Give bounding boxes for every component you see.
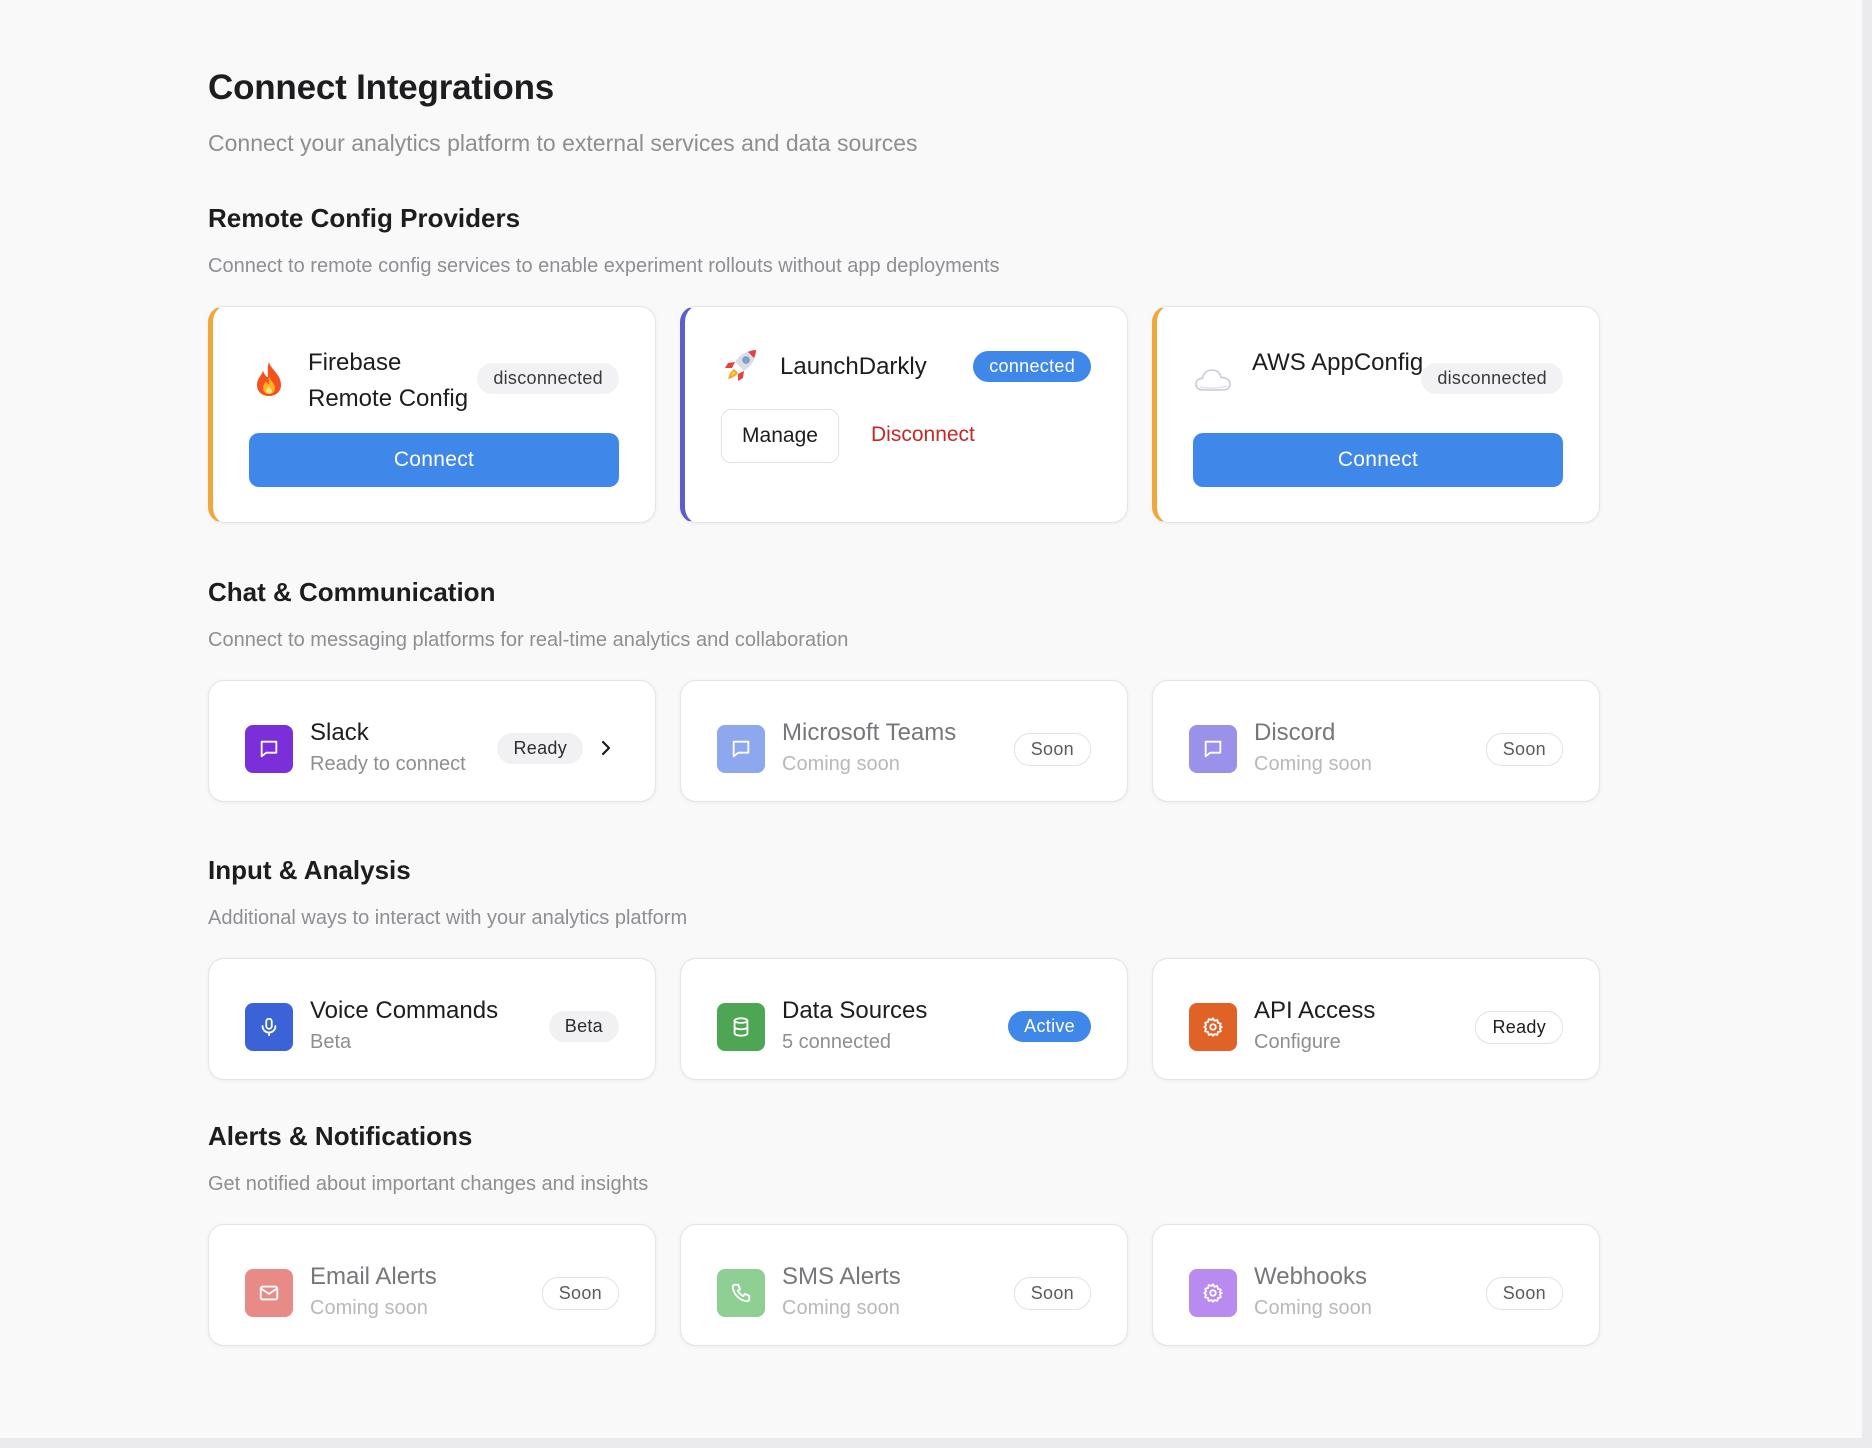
launchdarkly-name: LaunchDarkly [780, 353, 927, 380]
launchdarkly-card: LaunchDarkly connected Manage Disconnect [680, 306, 1128, 523]
section-desc-alerts: Get notified about important changes and… [208, 1173, 649, 1195]
section-title-chat: Chat & Communication [208, 577, 496, 607]
sms-alerts-title: SMS Alerts [782, 1263, 901, 1290]
api-access-status-badge: Ready [1475, 1011, 1563, 1044]
firebase-card: Firebase Remote Config disconnected Conn… [208, 306, 656, 523]
email-alerts-subtitle: Coming soon [310, 1297, 428, 1319]
aws-appconfig-card: AWS AppConfig disconnected Connect [1152, 306, 1600, 523]
sms-alerts-card: SMS Alerts Coming soon Soon [680, 1224, 1128, 1346]
database-icon [717, 1003, 765, 1051]
section-title-input: Input & Analysis [208, 855, 411, 885]
microsoft-teams-subtitle: Coming soon [782, 753, 900, 775]
rocket-icon [721, 345, 761, 385]
sms-alerts-status-badge: Soon [1013, 1277, 1091, 1310]
discord-subtitle: Coming soon [1254, 753, 1372, 775]
microsoft-teams-title: Microsoft Teams [782, 719, 957, 746]
launchdarkly-disconnect-button[interactable]: Disconnect [871, 423, 975, 447]
discord-status-badge: Soon [1485, 733, 1563, 766]
remote-config-grid: Firebase Remote Config disconnected Conn… [208, 306, 1600, 523]
alerts-grid: Email Alerts Coming soon Soon SMS Alerts… [208, 1224, 1600, 1346]
page-title: Connect Integrations [208, 68, 555, 107]
launchdarkly-manage-button[interactable]: Manage [721, 409, 839, 463]
api-access-subtitle: Configure [1254, 1031, 1341, 1053]
aws-appconfig-status-badge: disconnected [1421, 363, 1563, 394]
webhooks-subtitle: Coming soon [1254, 1297, 1372, 1319]
webhooks-card: Webhooks Coming soon Soon [1152, 1224, 1600, 1346]
aws-appconfig-connect-button[interactable]: Connect [1193, 433, 1563, 487]
gear-icon [1189, 1003, 1237, 1051]
api-access-title: API Access [1254, 997, 1376, 1024]
email-alerts-status-badge: Soon [541, 1277, 619, 1310]
microsoft-teams-card: Microsoft Teams Coming soon Soon [680, 680, 1128, 802]
mail-icon [245, 1269, 293, 1317]
api-access-card[interactable]: API Access Configure Ready [1152, 958, 1600, 1080]
slack-title: Slack [310, 719, 369, 746]
microphone-icon [245, 1003, 293, 1051]
page-subtitle: Connect your analytics platform to exter… [208, 130, 918, 156]
voice-commands-card[interactable]: Voice Commands Beta Beta [208, 958, 656, 1080]
fire-icon [249, 359, 289, 399]
data-sources-title: Data Sources [782, 997, 928, 1024]
discord-card: Discord Coming soon Soon [1152, 680, 1600, 802]
section-title-remote-config: Remote Config Providers [208, 203, 521, 233]
voice-commands-subtitle: Beta [310, 1031, 352, 1053]
slack-card[interactable]: Slack Ready to connect Ready [208, 680, 656, 802]
slack-status-badge: Ready [497, 733, 583, 764]
message-icon [1189, 725, 1237, 773]
voice-commands-status-badge: Beta [548, 1011, 619, 1042]
section-desc-input: Additional ways to interact with your an… [208, 907, 688, 929]
data-sources-subtitle: 5 connected [782, 1031, 891, 1053]
firebase-connect-button[interactable]: Connect [249, 433, 619, 487]
data-sources-status-badge: Active [1008, 1011, 1091, 1042]
launchdarkly-status-badge: connected [973, 351, 1091, 382]
webhooks-status-badge: Soon [1485, 1277, 1563, 1310]
microsoft-teams-status-badge: Soon [1013, 733, 1091, 766]
gear-icon [1189, 1269, 1237, 1317]
section-desc-remote-config: Connect to remote config services to ena… [208, 255, 1000, 277]
cloud-icon [1193, 359, 1233, 399]
data-sources-card[interactable]: Data Sources 5 connected Active [680, 958, 1128, 1080]
voice-commands-title: Voice Commands [310, 997, 499, 1024]
webhooks-title: Webhooks [1254, 1263, 1367, 1290]
chevron-right-icon[interactable] [597, 739, 615, 757]
page-canvas: Connect Integrations Connect your analyt… [0, 0, 1862, 1438]
input-grid: Voice Commands Beta Beta Data Sources 5 … [208, 958, 1600, 1080]
section-desc-chat: Connect to messaging platforms for real-… [208, 629, 849, 651]
email-alerts-card: Email Alerts Coming soon Soon [208, 1224, 656, 1346]
email-alerts-title: Email Alerts [310, 1263, 437, 1290]
message-icon [717, 725, 765, 773]
firebase-name: Firebase Remote Config [308, 349, 469, 412]
section-title-alerts: Alerts & Notifications [208, 1121, 473, 1151]
sms-alerts-subtitle: Coming soon [782, 1297, 900, 1319]
message-icon [245, 725, 293, 773]
firebase-status-badge: disconnected [477, 363, 619, 394]
chat-grid: Slack Ready to connect Ready Microsoft T… [208, 680, 1600, 802]
phone-icon [717, 1269, 765, 1317]
aws-appconfig-name: AWS AppConfig [1252, 349, 1424, 376]
slack-subtitle: Ready to connect [310, 753, 466, 775]
discord-title: Discord [1254, 719, 1336, 746]
